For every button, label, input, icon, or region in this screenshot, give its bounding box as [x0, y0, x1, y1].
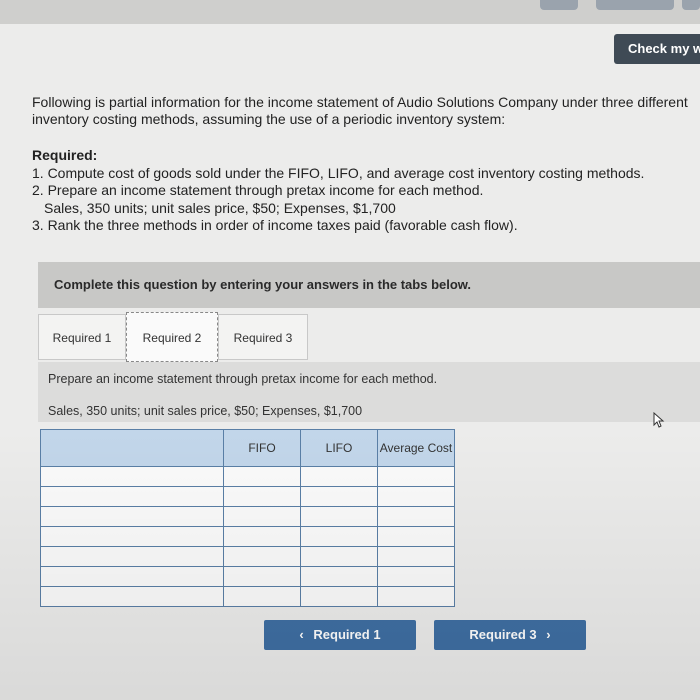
- chevron-left-icon: ‹: [299, 627, 304, 642]
- row-label-input[interactable]: [40, 586, 224, 607]
- fifo-input[interactable]: [223, 566, 301, 587]
- browser-top-bar: [0, 0, 700, 24]
- tab-panel: Prepare an income statement through pret…: [38, 362, 700, 422]
- fifo-input[interactable]: [223, 526, 301, 547]
- panel-instruction: Prepare an income statement through pret…: [48, 372, 438, 386]
- average-cost-input[interactable]: [377, 586, 455, 607]
- required-item-1: 1. Compute cost of goods sold under the …: [32, 164, 645, 181]
- average-cost-input[interactable]: [377, 566, 455, 587]
- table-row: [40, 486, 455, 507]
- problem-intro: Following is partial information for the…: [32, 94, 688, 127]
- help-button-stub[interactable]: [540, 0, 578, 10]
- lifo-input[interactable]: [300, 466, 378, 487]
- lifo-input[interactable]: [300, 586, 378, 607]
- fifo-input[interactable]: [223, 586, 301, 607]
- average-cost-input[interactable]: [377, 466, 455, 487]
- row-label-input[interactable]: [40, 566, 224, 587]
- column-header-average-cost: Average Cost: [377, 429, 455, 467]
- average-cost-input[interactable]: [377, 506, 455, 527]
- tab-required-2[interactable]: Required 2: [126, 312, 218, 362]
- question-screen: Check my w Following is partial informat…: [0, 24, 700, 700]
- table-row: [40, 506, 455, 527]
- table-row: [40, 466, 455, 487]
- table-header-row: FIFO LIFO Average Cost: [40, 429, 455, 467]
- required-item-2-detail: Sales, 350 units; unit sales price, $50;…: [44, 199, 396, 216]
- average-cost-input[interactable]: [377, 546, 455, 567]
- column-header-fifo: FIFO: [223, 429, 301, 467]
- table-row: [40, 546, 455, 567]
- chevron-right-icon: ›: [546, 627, 551, 642]
- required-title: Required:: [32, 147, 98, 163]
- fifo-input[interactable]: [223, 486, 301, 507]
- table-row: [40, 566, 455, 587]
- fifo-input[interactable]: [223, 466, 301, 487]
- required-item-3: 3. Rank the three methods in order of in…: [32, 217, 518, 233]
- submit-button-stub[interactable]: [682, 0, 700, 10]
- column-header-lifo: LIFO: [300, 429, 378, 467]
- fifo-input[interactable]: [223, 546, 301, 567]
- lifo-input[interactable]: [300, 546, 378, 567]
- tab-required-1[interactable]: Required 1: [38, 314, 126, 360]
- check-my-work-button[interactable]: Check my w: [614, 34, 700, 64]
- row-label-input[interactable]: [40, 466, 224, 487]
- next-required-3-button[interactable]: Required 3 ›: [434, 620, 586, 650]
- fifo-input[interactable]: [223, 506, 301, 527]
- lifo-input[interactable]: [300, 506, 378, 527]
- next-button-label: Required 3: [469, 627, 537, 642]
- lifo-input[interactable]: [300, 526, 378, 547]
- required-item-2: 2. Prepare an income statement through p…: [32, 182, 484, 198]
- table-row: [40, 526, 455, 547]
- prev-button-label: Required 1: [313, 627, 381, 642]
- row-label-input[interactable]: [40, 506, 224, 527]
- row-label-input[interactable]: [40, 486, 224, 507]
- lifo-input[interactable]: [300, 486, 378, 507]
- column-header-label: [40, 429, 224, 467]
- prev-required-1-button[interactable]: ‹ Required 1: [264, 620, 416, 650]
- instruction-banner: Complete this question by entering your …: [38, 262, 700, 308]
- mouse-cursor-icon: [653, 412, 665, 428]
- lifo-input[interactable]: [300, 566, 378, 587]
- row-label-input[interactable]: [40, 526, 224, 547]
- tab-required-3[interactable]: Required 3: [218, 314, 308, 360]
- panel-detail: Sales, 350 units; unit sales price, $50;…: [48, 404, 363, 418]
- save-exit-button-stub[interactable]: [596, 0, 674, 10]
- average-cost-input[interactable]: [377, 486, 455, 507]
- income-statement-table: FIFO LIFO Average Cost: [40, 429, 455, 607]
- row-label-input[interactable]: [40, 546, 224, 567]
- average-cost-input[interactable]: [377, 526, 455, 547]
- table-row: [40, 586, 455, 607]
- required-block: Required: 1. Compute cost of goods sold …: [32, 147, 692, 235]
